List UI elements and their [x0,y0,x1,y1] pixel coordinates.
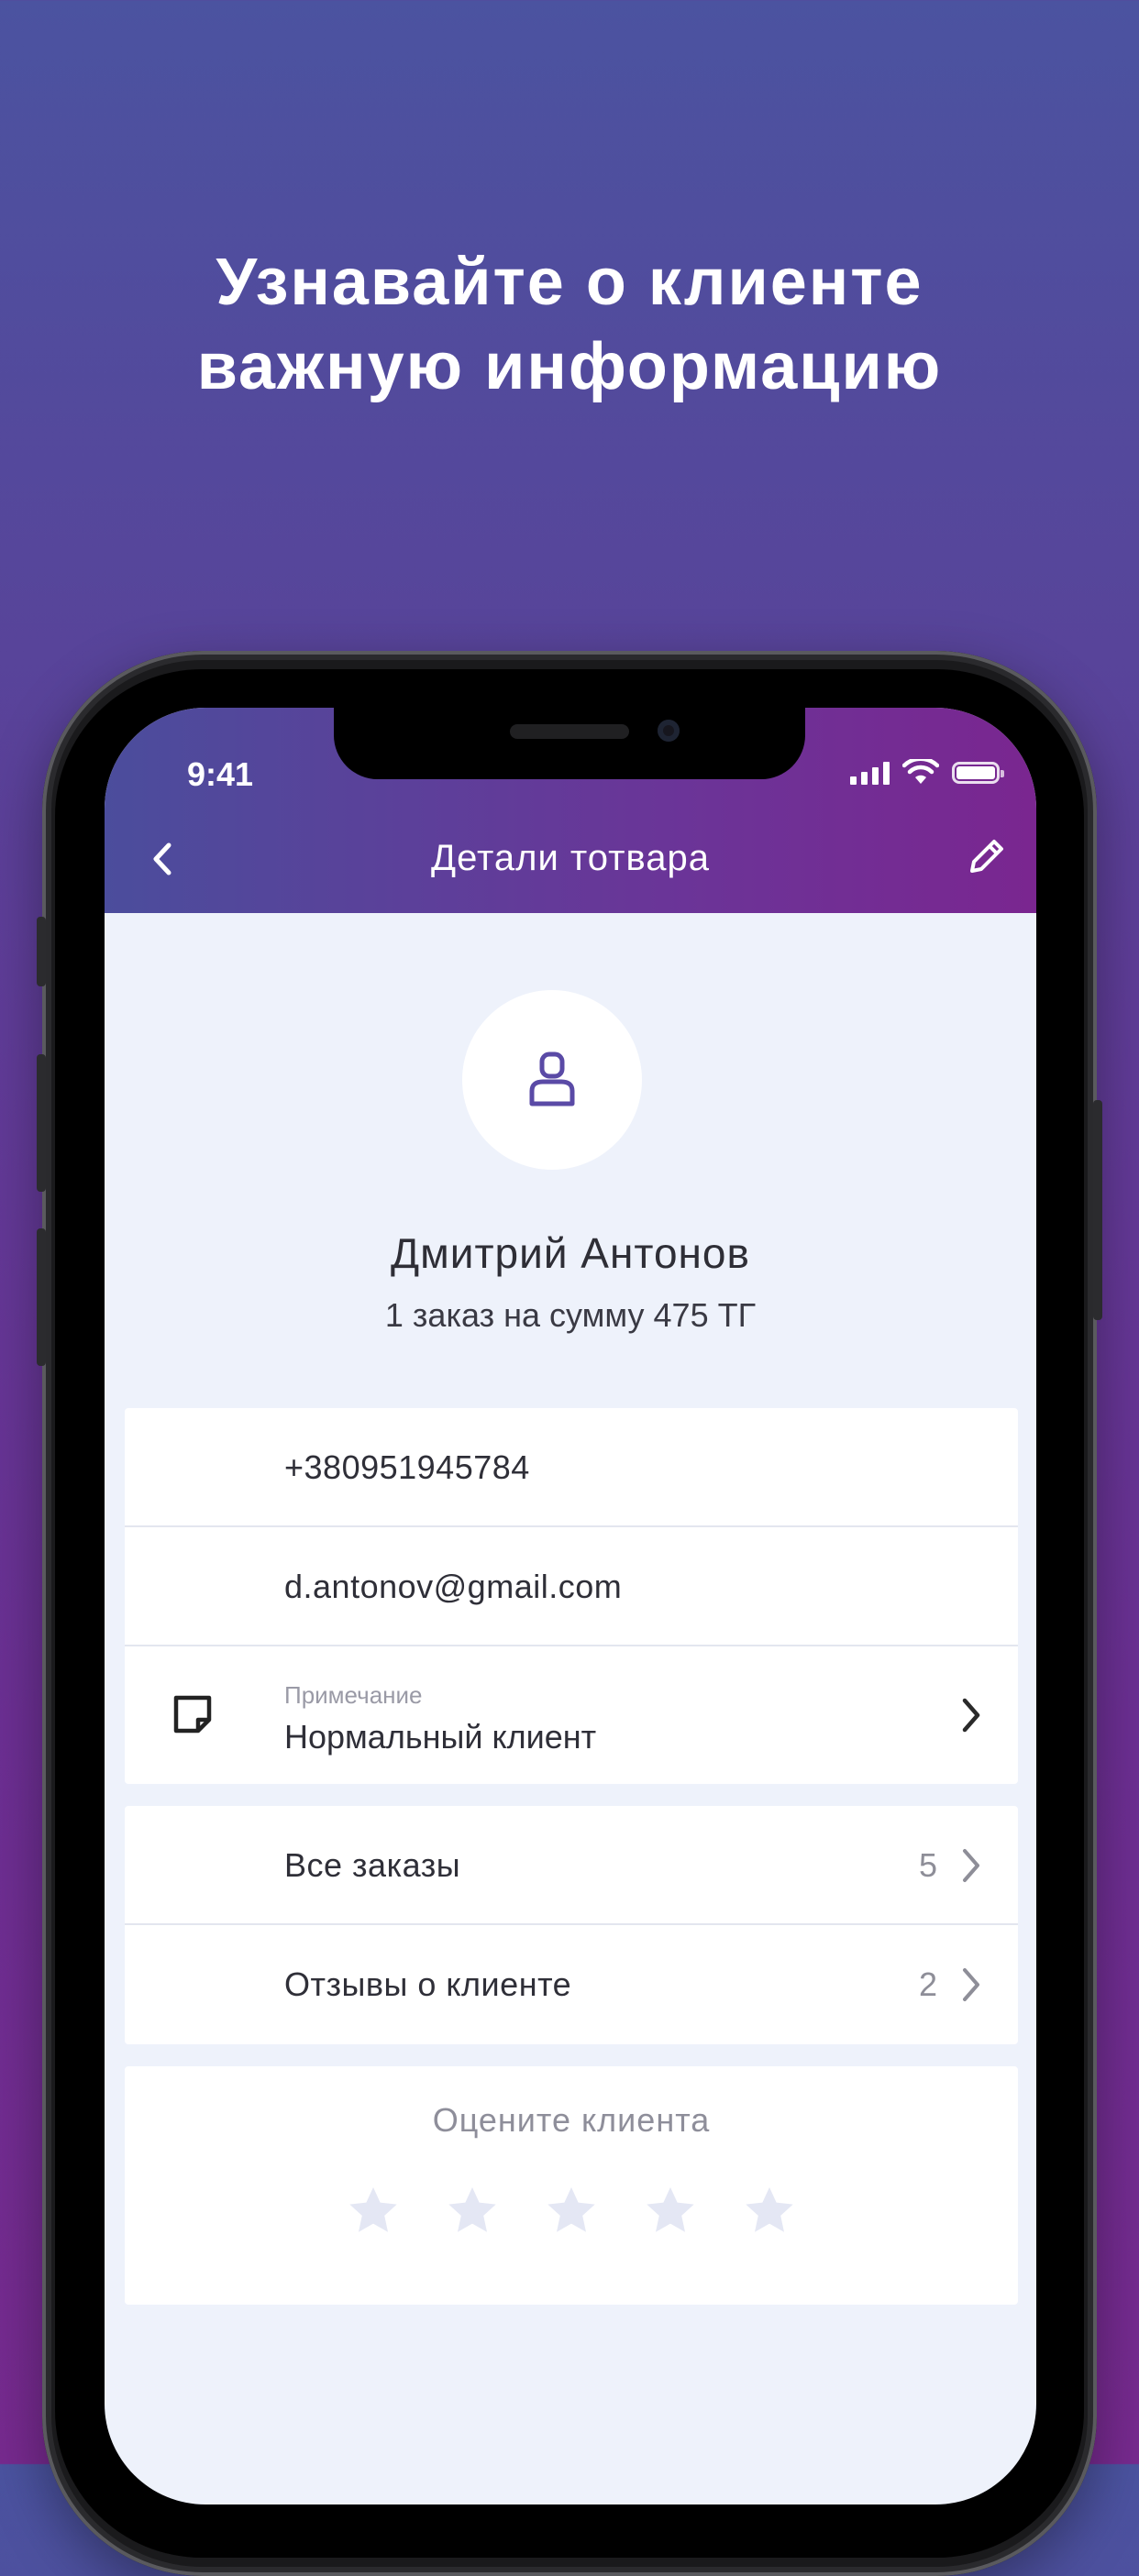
phone-volume-up [37,1054,46,1192]
headline-line-2: важную информацию [196,330,943,403]
client-reviews-count: 2 [918,1965,937,2003]
client-name: Дмитрий Антонов [391,1229,750,1277]
star-icon[interactable] [445,2184,500,2239]
front-camera [658,720,680,742]
phone-number[interactable]: +380951945784 [284,1408,530,1527]
cellular-signal-icon [850,761,890,785]
promo-headline: Узнавайте о клиенте важную информацию [0,240,1139,409]
client-reviews-row[interactable]: Отзывы о клиенте 2 [125,1925,1018,2044]
star-icon[interactable] [643,2184,698,2239]
contact-card: +380951945784 d.antonov@gmail.com Примеч… [125,1408,1018,1784]
all-orders-count: 5 [918,1846,937,1884]
star-rating[interactable] [125,2184,1018,2239]
star-icon[interactable] [742,2184,797,2239]
chevron-right-icon [962,1698,980,1733]
phone-notch [334,708,805,779]
battery-icon [952,762,1004,784]
note-row[interactable]: Примечание Нормальный клиент [125,1646,1018,1784]
note-icon [173,1695,212,1734]
client-order-summary: 1 заказ на сумму 475 ТГ [384,1296,757,1334]
star-icon[interactable] [346,2184,401,2239]
phone-volume-down [37,1228,46,1366]
page-title: Детали тотвара [430,838,711,878]
phone-mute-switch [37,917,46,986]
client-reviews-label: Отзывы о клиенте [284,1965,572,2003]
note-label: Примечание [284,1681,423,1709]
note-value: Нормальный клиент [284,1718,597,1756]
rating-title: Оцените клиента [432,2101,711,2139]
chevron-right-icon [963,1849,979,1882]
wifi-icon [902,759,939,784]
chevron-right-icon [963,1968,979,2001]
status-time: 9:41 [187,755,254,793]
all-orders-label: Все заказы [284,1846,461,1884]
phone-row[interactable]: +380951945784 [125,1408,1018,1527]
edit-button[interactable] [959,829,1014,884]
email-address[interactable]: d.antonov@gmail.com [284,1527,622,1646]
speaker-grille [510,724,629,739]
all-orders-row[interactable]: Все заказы 5 [125,1806,1018,1925]
user-icon [529,1051,575,1106]
email-row[interactable]: d.antonov@gmail.com [125,1527,1018,1646]
headline-line-1: Узнавайте о клиенте [216,246,923,319]
phone-screen: 9:41 Детали тотвара Дмитрий Антонов 1 за… [105,708,1036,2504]
rating-card: Оцените клиента [125,2066,1018,2305]
avatar [462,990,642,1170]
links-card: Все заказы 5 Отзывы о клиенте 2 [125,1806,1018,2044]
star-icon[interactable] [544,2184,599,2239]
phone-power-button [1093,1100,1102,1320]
status-icons [850,759,1004,787]
